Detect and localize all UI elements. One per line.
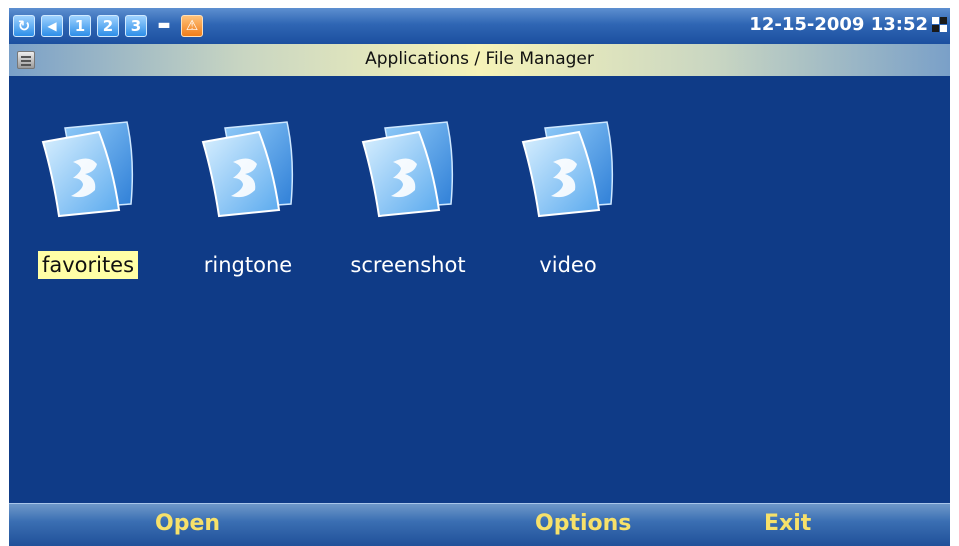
softkey-bar: Open Options Exit — [9, 503, 950, 546]
alert-icon[interactable]: ⚠ — [181, 15, 203, 37]
folder-label: ringtone — [173, 250, 323, 280]
folder-icon — [35, 118, 141, 218]
title-bar: Applications / File Manager — [9, 44, 950, 76]
exit-button[interactable]: Exit — [764, 511, 811, 536]
folder-item-ringtone[interactable]: ringtone — [173, 118, 323, 298]
folder-label-text: ringtone — [203, 253, 293, 277]
folder-label: screenshot — [333, 250, 483, 280]
line-2-icon[interactable]: 2 — [97, 15, 119, 37]
folder-label: favorites — [13, 250, 163, 280]
folder-item-screenshot[interactable]: screenshot — [333, 118, 483, 298]
volume-icon[interactable]: ◀ — [41, 15, 63, 37]
folder-icon — [355, 118, 461, 218]
status-bar: ↻ ◀ 1 2 3 ▬ ⚠ 12-15-2009 13:52 — [9, 8, 950, 44]
status-corner-icon — [932, 17, 948, 33]
folder-icon — [515, 118, 621, 218]
page-title: Applications / File Manager — [365, 49, 594, 69]
network-icon: ▬ — [157, 17, 171, 33]
status-clock: 12-15-2009 13:52 — [749, 14, 928, 35]
open-button[interactable]: Open — [155, 511, 220, 536]
folder-item-favorites[interactable]: favorites — [13, 118, 163, 298]
line-3-icon[interactable]: 3 — [125, 15, 147, 37]
device-screen: ↻ ◀ 1 2 3 ▬ ⚠ 12-15-2009 13:52 Applicati… — [9, 8, 950, 546]
folder-label-text: screenshot — [350, 253, 466, 277]
folder-item-video[interactable]: video — [493, 118, 643, 298]
folder-label-text: favorites — [37, 251, 139, 279]
line-1-icon[interactable]: 1 — [69, 15, 91, 37]
folder-label-text: video — [539, 253, 597, 277]
folder-label: video — [493, 250, 643, 280]
sync-icon[interactable]: ↻ — [13, 15, 35, 37]
folder-icon — [195, 118, 301, 218]
options-button[interactable]: Options — [535, 511, 631, 536]
